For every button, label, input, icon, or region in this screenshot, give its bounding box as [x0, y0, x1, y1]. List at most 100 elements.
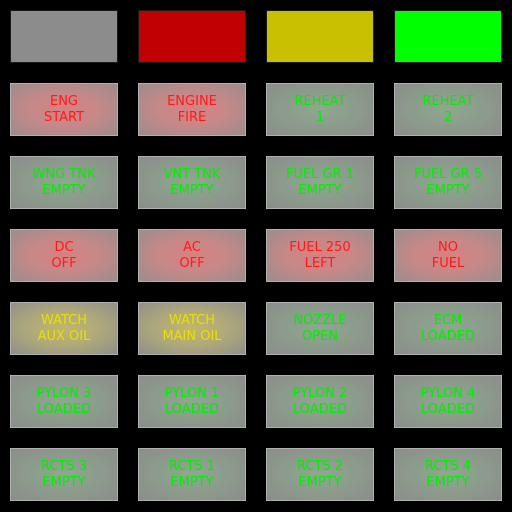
- lamp-line-2: EMPTY: [170, 182, 214, 198]
- lamp-watch-main-oil[interactable]: WATCH MAIN OIL: [138, 302, 246, 355]
- lamp-line-2: OFF: [51, 255, 77, 271]
- lamp-line-2: FUEL: [431, 255, 465, 271]
- lamp-label: DC OFF: [51, 240, 76, 272]
- lamp-line-1: RCTS 3: [40, 458, 88, 474]
- lamp-line-2: LOADED: [165, 401, 219, 417]
- lamp-line-2: EMPTY: [298, 182, 342, 198]
- lamp-vnt-tnk-empty[interactable]: VNT TNK EMPTY: [138, 156, 246, 209]
- status-light-red: [138, 10, 246, 63]
- lamp-watch-aux-oil[interactable]: WATCH AUX OIL: [10, 302, 118, 355]
- lamp-line-1: DC: [54, 239, 74, 255]
- lamp-fuel-250-left[interactable]: FUEL 250 LEFT: [266, 229, 374, 282]
- lamp-reheat-1[interactable]: REHEAT 1: [266, 83, 374, 136]
- lamp-line-2: EMPTY: [170, 474, 214, 490]
- lamp-rcts-3-empty[interactable]: RCTS 3 EMPTY: [10, 448, 118, 501]
- lamp-line-1: VNT TNK: [163, 166, 221, 182]
- lamp-label: WNG TNK EMPTY: [33, 167, 96, 199]
- lamp-line-1: NOZZLE: [293, 312, 347, 328]
- lamp-nozzle-open[interactable]: NOZZLE OPEN: [266, 302, 374, 355]
- lamp-line-2: LOADED: [421, 401, 475, 417]
- lamp-engine-fire[interactable]: ENGINE FIRE: [138, 83, 246, 136]
- lamp-label: NO FUEL: [432, 240, 464, 272]
- lamp-label: WATCH MAIN OIL: [162, 313, 221, 345]
- lamp-label: FUEL GR 5 EMPTY: [414, 167, 482, 199]
- lamp-line-1: WATCH: [40, 312, 88, 328]
- lamp-no-fuel[interactable]: NO FUEL: [394, 229, 502, 282]
- lamp-line-1: FUEL GR 5: [413, 166, 483, 182]
- status-light-green: [394, 10, 502, 63]
- lamp-line-1: AC: [183, 239, 201, 255]
- lamp-rcts-4-empty[interactable]: RCTS 4 EMPTY: [394, 448, 502, 501]
- lamp-label: RCTS 4 EMPTY: [425, 459, 471, 491]
- lamp-label: REHEAT 1: [294, 94, 345, 126]
- lamp-line-1: PYLON 2: [292, 385, 348, 401]
- lamp-pylon-4-loaded[interactable]: PYLON 4 LOADED: [394, 375, 502, 428]
- lamp-label: PYLON 4 LOADED: [421, 386, 476, 418]
- lamp-line-1: REHEAT: [294, 93, 346, 109]
- annunciator-panel: ENG START ENGINE FIRE REHEAT 1 REHEAT 2: [0, 0, 512, 512]
- status-light-yellow: [266, 10, 374, 63]
- lamp-line-2: EMPTY: [298, 474, 342, 490]
- lamp-pylon-3-loaded[interactable]: PYLON 3 LOADED: [10, 375, 118, 428]
- lamp-label: REHEAT 2: [422, 94, 473, 126]
- lamp-label: WATCH AUX OIL: [38, 313, 91, 345]
- lamp-line-2: EMPTY: [42, 182, 86, 198]
- lamp-line-1: PYLON 4: [420, 385, 476, 401]
- lamp-wng-tnk-empty[interactable]: WNG TNK EMPTY: [10, 156, 118, 209]
- lamp-ac-off[interactable]: AC OFF: [138, 229, 246, 282]
- lamp-label: AC OFF: [179, 240, 204, 272]
- lamp-label: FUEL 250 LEFT: [289, 240, 350, 272]
- lamp-label: RCTS 3 EMPTY: [41, 459, 87, 491]
- lamp-line-2: LEFT: [304, 255, 336, 271]
- lamp-line-2: LOADED: [421, 328, 475, 344]
- lamp-label: ENG START: [44, 94, 84, 126]
- lamp-line-1: WNG TNK: [32, 166, 96, 182]
- lamp-line-2: 2: [443, 109, 453, 125]
- lamp-line-2: LOADED: [293, 401, 347, 417]
- lamp-label: FUEL GR 1 EMPTY: [286, 167, 354, 199]
- lamp-line-2: LOADED: [37, 401, 91, 417]
- lamp-line-1: RCTS 4: [424, 458, 472, 474]
- status-light-row: [10, 10, 502, 63]
- lamp-line-2: EMPTY: [42, 474, 86, 490]
- lamp-eng-start[interactable]: ENG START: [10, 83, 118, 136]
- lamp-line-1: REHEAT: [422, 93, 474, 109]
- lamp-line-2: OPEN: [301, 328, 338, 344]
- lamp-line-1: PYLON 1: [164, 385, 220, 401]
- lamp-line-1: WATCH: [168, 312, 216, 328]
- lamp-line-1: RCTS 1: [168, 458, 216, 474]
- lamp-line-1: FUEL GR 1: [285, 166, 355, 182]
- lamp-line-2: MAIN OIL: [162, 328, 222, 344]
- lamp-line-2: OFF: [179, 255, 205, 271]
- lamp-dc-off[interactable]: DC OFF: [10, 229, 118, 282]
- lamp-fuel-gr-1-empty[interactable]: FUEL GR 1 EMPTY: [266, 156, 374, 209]
- lamp-line-1: ECM: [433, 312, 463, 328]
- lamp-label: PYLON 2 LOADED: [293, 386, 348, 418]
- lamp-pylon-2-loaded[interactable]: PYLON 2 LOADED: [266, 375, 374, 428]
- lamp-label: ECM LOADED: [421, 313, 475, 345]
- lamp-line-1: NO: [438, 239, 458, 255]
- lamp-line-1: ENGINE: [167, 93, 217, 109]
- lamp-pylon-1-loaded[interactable]: PYLON 1 LOADED: [138, 375, 246, 428]
- lamp-label: PYLON 1 LOADED: [165, 386, 220, 418]
- lamp-fuel-gr-5-empty[interactable]: FUEL GR 5 EMPTY: [394, 156, 502, 209]
- lamp-line-1: FUEL 250: [289, 239, 351, 255]
- lamp-line-2: EMPTY: [426, 474, 470, 490]
- lamp-label: ENGINE FIRE: [167, 94, 217, 126]
- lamp-line-1: ENG: [49, 93, 78, 109]
- lamp-rcts-2-empty[interactable]: RCTS 2 EMPTY: [266, 448, 374, 501]
- lamp-line-2: EMPTY: [426, 182, 470, 198]
- lamp-reheat-2[interactable]: REHEAT 2: [394, 83, 502, 136]
- lamp-line-2: START: [43, 109, 85, 125]
- lamp-label: VNT TNK EMPTY: [164, 167, 221, 199]
- lamp-label: NOZZLE OPEN: [293, 313, 346, 345]
- lamp-line-1: PYLON 3: [36, 385, 92, 401]
- lamp-ecm-loaded[interactable]: ECM LOADED: [394, 302, 502, 355]
- lamp-line-2: FIRE: [177, 109, 207, 125]
- lamp-line-2: AUX OIL: [37, 328, 91, 344]
- lamp-label: PYLON 3 LOADED: [37, 386, 92, 418]
- lamp-line-2: 1: [315, 109, 325, 125]
- annunciator-grid: ENG START ENGINE FIRE REHEAT 1 REHEAT 2: [10, 83, 502, 503]
- lamp-line-1: RCTS 2: [296, 458, 344, 474]
- lamp-rcts-1-empty[interactable]: RCTS 1 EMPTY: [138, 448, 246, 501]
